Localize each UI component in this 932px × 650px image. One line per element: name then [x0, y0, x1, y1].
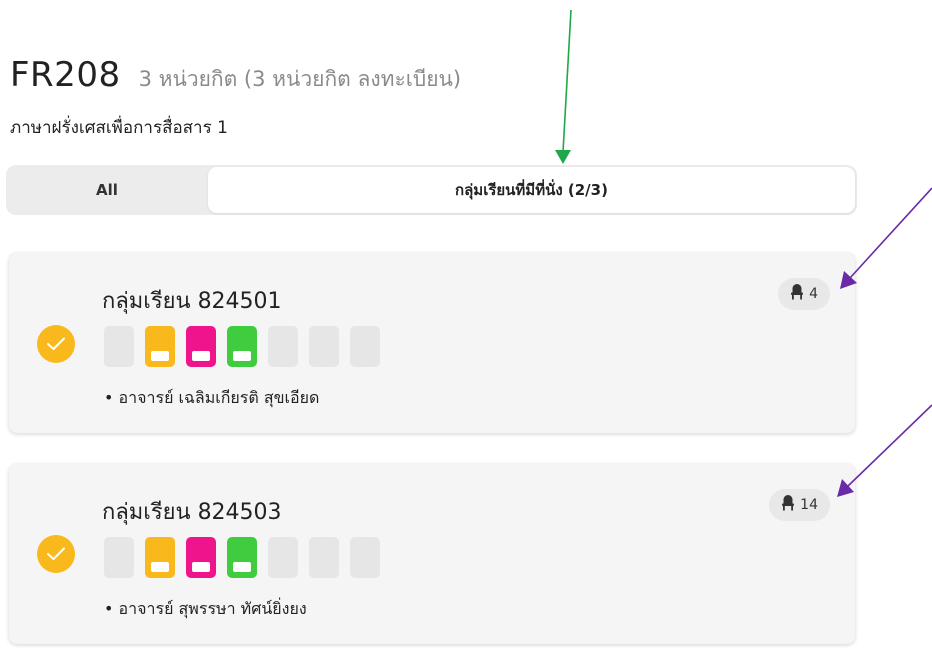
instructor: • อาจารย์ สุพรรษา ทัศน์ยิ่งยง [104, 599, 307, 618]
section-card[interactable]: กลุ่มเรียน 824503 • อาจารย์ สุพรรษา ทัศน… [9, 464, 855, 644]
day-slot [145, 537, 175, 578]
day-slot [227, 537, 257, 578]
class-slot-marker [151, 351, 169, 361]
section-card[interactable]: กลุ่มเรียน 824501 • อาจารย์ เฉลิมเกียรติ… [9, 253, 855, 433]
class-slot-marker [151, 562, 169, 572]
seat-count: 14 [800, 497, 818, 513]
tab-all[interactable]: All [6, 165, 208, 215]
check-icon[interactable] [37, 325, 75, 363]
day-slot [186, 326, 216, 367]
class-slot-marker [192, 351, 210, 361]
course-title: FR208 3 หน่วยกิต (3 หน่วยกิต ลงทะเบียน) [10, 55, 461, 96]
class-slot-marker [233, 562, 251, 572]
annotation-arrow-green [555, 9, 572, 164]
day-slot [268, 326, 298, 367]
day-slot [309, 326, 339, 367]
course-code: FR208 [10, 55, 121, 95]
section-title: กลุ่มเรียน 824503 [102, 500, 282, 525]
seat-count-badge: 14 [769, 489, 830, 521]
course-name: ภาษาฝรั่งเศสเพื่อการสื่อสาร 1 [10, 118, 228, 138]
tab-available-sections[interactable]: กลุ่มเรียนที่มีที่นั่ง (2/3) [208, 167, 855, 213]
seat-count-badge: 4 [778, 278, 830, 310]
seat-count: 4 [809, 286, 818, 302]
instructor: • อาจารย์ เฉลิมเกียรติ สุขเอียด [104, 388, 320, 407]
day-slot [350, 537, 380, 578]
day-slot [104, 537, 134, 578]
day-slot [268, 537, 298, 578]
class-slot-marker [233, 351, 251, 361]
day-slot [350, 326, 380, 367]
day-slot [104, 326, 134, 367]
check-icon[interactable] [37, 535, 75, 573]
weekday-schedule [104, 326, 380, 367]
weekday-schedule [104, 537, 380, 578]
seat-icon [781, 495, 795, 515]
course-credits: 3 หน่วยกิต (3 หน่วยกิต ลงทะเบียน) [138, 67, 462, 91]
day-slot [227, 326, 257, 367]
day-slot [309, 537, 339, 578]
day-slot [145, 326, 175, 367]
seat-icon [790, 284, 804, 304]
section-title: กลุ่มเรียน 824501 [102, 289, 282, 314]
section-filter-tabs: All กลุ่มเรียนที่มีที่นั่ง (2/3) [6, 165, 857, 215]
day-slot [186, 537, 216, 578]
class-slot-marker [192, 562, 210, 572]
